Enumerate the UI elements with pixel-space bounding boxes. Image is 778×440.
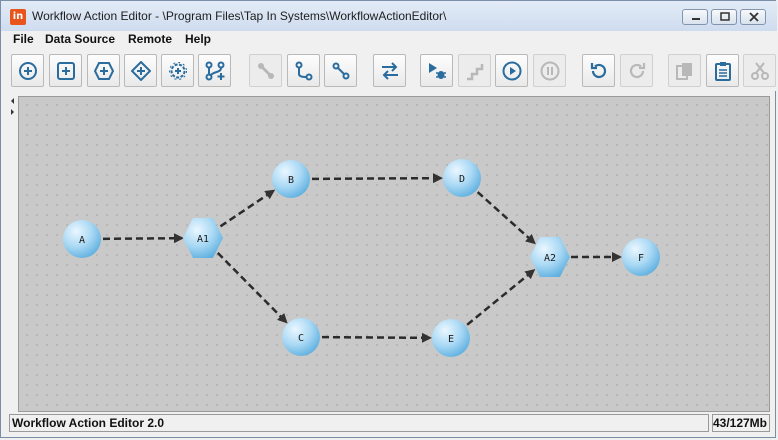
maximize-icon — [720, 12, 730, 21]
node-label: E — [448, 334, 454, 345]
maximize-button[interactable] — [711, 9, 737, 25]
edge-e-a2[interactable] — [466, 269, 536, 326]
undo-button[interactable] — [582, 54, 615, 87]
edge-a1-b[interactable] — [219, 189, 276, 228]
edge-a1-c[interactable] — [216, 252, 288, 324]
connect-down-button[interactable] — [287, 54, 320, 87]
app-logo-icon: in — [10, 9, 26, 25]
status-bar: Workflow Action Editor 2.0 43/127Mb — [9, 414, 770, 432]
connect-down-icon — [295, 61, 313, 81]
workflow-graph[interactable]: A A1 B C D E A2 F — [19, 97, 769, 411]
node-a[interactable]: A — [63, 220, 101, 258]
menu-remote[interactable]: Remote — [128, 32, 172, 46]
status-version-text: Workflow Action Editor 2.0 — [12, 416, 165, 430]
step-button[interactable] — [458, 54, 491, 87]
step-icon — [467, 64, 484, 81]
add-diamond-icon — [131, 61, 151, 81]
menu-data-source[interactable]: Data Source — [45, 32, 115, 46]
redo-icon — [629, 63, 646, 79]
title-bar[interactable]: in Workflow Action Editor - \Program Fil… — [1, 1, 777, 31]
node-d[interactable]: D — [443, 159, 481, 197]
link-button[interactable] — [249, 54, 282, 87]
swap-arrows-button[interactable] — [373, 54, 406, 87]
minimize-icon — [692, 18, 700, 20]
link-icon — [258, 63, 274, 79]
add-gear-icon — [169, 62, 187, 80]
window-title: Workflow Action Editor - \Program Files\… — [32, 9, 447, 23]
pause-icon — [540, 61, 560, 81]
pause-button[interactable] — [533, 54, 566, 87]
cut-icon — [751, 62, 769, 80]
memory-panel: 43/127Mb — [712, 414, 770, 432]
node-c[interactable]: C — [282, 318, 320, 356]
add-circle-button[interactable] — [11, 54, 44, 87]
collapse-arrows-icon — [11, 98, 14, 115]
add-branch-button[interactable] — [198, 54, 231, 87]
play-button[interactable] — [495, 54, 528, 87]
toolbar — [1, 49, 777, 91]
add-hexagon-button[interactable] — [87, 54, 120, 87]
node-a1[interactable]: A1 — [183, 218, 223, 258]
add-diamond-button[interactable] — [124, 54, 157, 87]
edge-a-a1[interactable] — [102, 233, 185, 244]
add-square-button[interactable] — [49, 54, 82, 87]
redo-button[interactable] — [620, 54, 653, 87]
status-text-panel: Workflow Action Editor 2.0 — [9, 414, 709, 432]
add-circle-icon — [19, 62, 37, 80]
connect-up-button[interactable] — [324, 54, 357, 87]
swap-arrows-icon — [382, 62, 398, 80]
panel-collapse-strip[interactable] — [9, 96, 17, 412]
copy-button[interactable] — [668, 54, 701, 87]
add-branch-icon — [205, 61, 225, 81]
menu-help[interactable]: Help — [185, 32, 211, 46]
play-icon — [502, 61, 522, 81]
node-label: B — [288, 175, 294, 186]
add-gear-button[interactable] — [161, 54, 194, 87]
node-b[interactable]: B — [272, 160, 310, 198]
node-label: D — [459, 174, 465, 185]
memory-usage-text: 43/127Mb — [712, 416, 767, 430]
node-f[interactable]: F — [622, 238, 660, 276]
menu-bar: File Data Source Remote Help — [1, 31, 777, 49]
workflow-canvas[interactable]: A A1 B C D E A2 F — [18, 96, 770, 412]
node-label: C — [298, 333, 304, 344]
clipboard-button[interactable] — [706, 54, 739, 87]
connect-up-icon — [332, 62, 350, 80]
edge-c-e[interactable] — [321, 332, 433, 343]
debug-run-icon — [429, 63, 446, 79]
close-button[interactable] — [740, 9, 766, 25]
add-hexagon-icon — [94, 62, 114, 80]
close-icon — [749, 12, 759, 22]
node-label: A1 — [197, 234, 209, 245]
node-label: A — [79, 235, 85, 246]
debug-run-button[interactable] — [420, 54, 453, 87]
minimize-button[interactable] — [682, 9, 708, 25]
add-square-icon — [57, 62, 75, 80]
undo-icon — [590, 63, 607, 79]
node-a2[interactable]: A2 — [530, 237, 570, 277]
menu-file[interactable]: File — [13, 32, 34, 46]
clipboard-icon — [715, 62, 731, 81]
edge-d-a2[interactable] — [476, 191, 536, 245]
node-label: F — [638, 253, 644, 264]
node-e[interactable]: E — [432, 319, 470, 357]
copy-icon — [676, 63, 692, 80]
app-window: in Workflow Action Editor - \Program Fil… — [0, 0, 777, 438]
node-label: A2 — [544, 253, 556, 264]
edge-b-d[interactable] — [311, 173, 444, 184]
cut-button[interactable] — [743, 54, 776, 87]
